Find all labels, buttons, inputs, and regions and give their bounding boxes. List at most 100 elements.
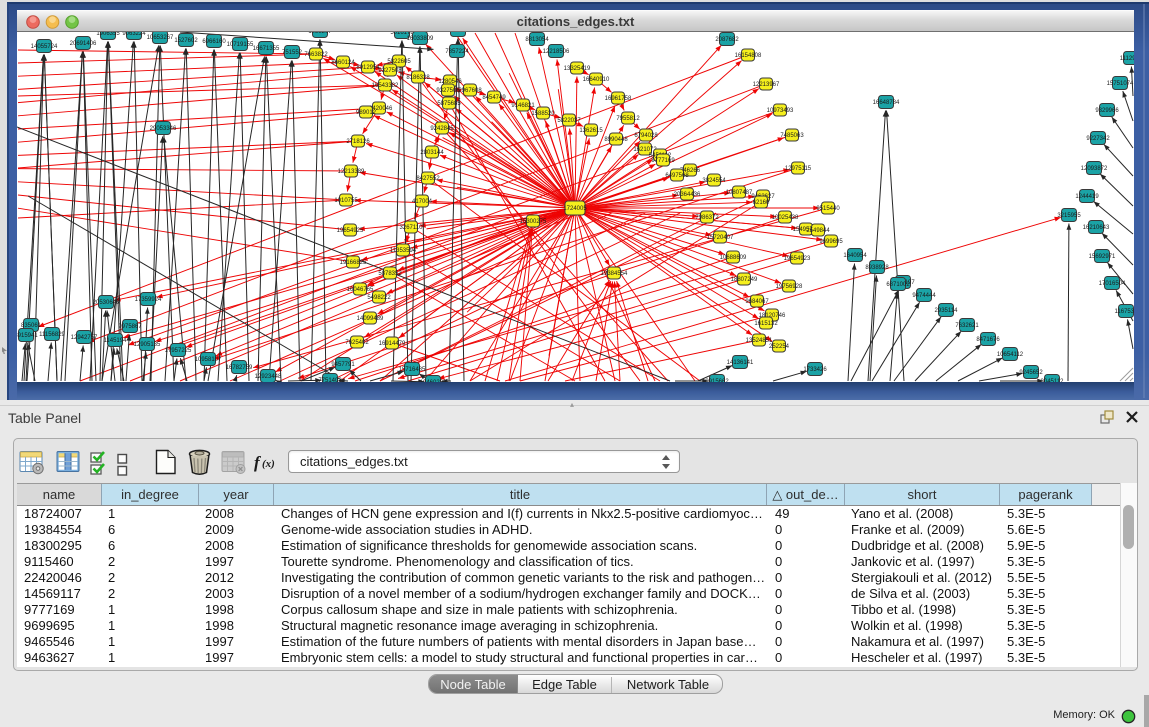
svg-text:9457791: 9457791	[331, 362, 355, 368]
svg-text:12213389: 12213389	[338, 169, 365, 175]
svg-text:9515440: 9515440	[816, 206, 840, 212]
svg-text:10719155: 10719155	[227, 42, 254, 48]
svg-text:20691406: 20691406	[70, 41, 97, 47]
svg-text:9684067: 9684067	[745, 299, 769, 305]
svg-text:2549844: 2549844	[806, 228, 830, 234]
svg-text:(x): (x)	[262, 458, 275, 470]
svg-text:1906355: 1906355	[96, 32, 120, 37]
svg-text:1724005: 1724005	[563, 206, 587, 212]
svg-text:1527602: 1527602	[174, 38, 198, 44]
svg-text:16648784: 16648784	[873, 100, 900, 106]
svg-text:9063224: 9063224	[122, 32, 146, 37]
svg-text:8912954: 8912954	[356, 65, 380, 71]
svg-text:751552: 751552	[282, 50, 303, 56]
svg-text:417004: 417004	[412, 199, 433, 205]
svg-text:16914479: 16914479	[379, 341, 406, 347]
svg-text:8427552: 8427552	[416, 176, 440, 182]
svg-text:7663822: 7663822	[304, 52, 328, 58]
svg-text:7955812: 7955812	[616, 116, 640, 122]
svg-text:19166825: 19166825	[340, 260, 367, 266]
svg-text:7625402: 7625402	[345, 340, 369, 346]
svg-text:16033809: 16033809	[407, 36, 434, 42]
svg-text:3215955: 3215955	[1057, 213, 1081, 219]
svg-text:6871002: 6871002	[886, 282, 910, 288]
svg-text:9474444: 9474444	[912, 293, 936, 299]
svg-text:12942757: 12942757	[71, 335, 98, 341]
svg-text:12975115: 12975115	[785, 166, 812, 172]
svg-text:5822037: 5822037	[557, 118, 581, 124]
svg-text:19384554: 19384554	[601, 271, 628, 277]
svg-text:14136141: 14136141	[727, 360, 754, 366]
svg-text:989012: 989012	[356, 110, 377, 116]
svg-text:2718126: 2718126	[346, 139, 370, 145]
svg-text:1244419: 1244419	[1075, 194, 1099, 200]
svg-text:1733426: 1733426	[803, 367, 827, 373]
svg-text:9242845: 9242845	[430, 126, 454, 132]
svg-text:10973493: 10973493	[767, 108, 794, 114]
svg-text:20364436: 20364436	[674, 192, 701, 198]
svg-text:10025438: 10025438	[772, 215, 799, 221]
svg-text:5498222: 5498222	[367, 295, 391, 301]
svg-text:9777169: 9777169	[651, 158, 675, 164]
svg-text:15720407: 15720407	[707, 235, 734, 241]
svg-text:12213967: 12213967	[753, 82, 780, 88]
svg-text:9327508: 9327508	[378, 68, 402, 74]
svg-text:19654923: 19654923	[784, 256, 811, 262]
svg-text:2935114: 2935114	[935, 308, 959, 314]
svg-text:16046765: 16046765	[347, 287, 374, 293]
svg-text:9975867: 9975867	[118, 324, 142, 330]
svg-text:6794028: 6794028	[634, 133, 658, 139]
svg-text:9146821: 9146821	[511, 103, 535, 109]
svg-text:10688609: 10688609	[720, 255, 747, 261]
svg-text:1362615: 1362615	[579, 128, 603, 134]
svg-text:11156829: 11156829	[39, 332, 65, 338]
svg-text:20530646: 20530646	[93, 300, 120, 306]
svg-text:12093872: 12093872	[1081, 166, 1108, 172]
svg-text:8186328: 8186328	[406, 75, 430, 81]
svg-text:12923448: 12923448	[255, 374, 282, 380]
svg-text:7986372: 7986372	[695, 215, 719, 221]
svg-text:15300275: 15300275	[520, 219, 547, 225]
svg-text:16210643: 16210643	[1083, 225, 1110, 231]
svg-text:6497568: 6497568	[665, 173, 689, 179]
svg-text:8660124: 8660124	[331, 60, 355, 66]
svg-text:3824554: 3824554	[702, 178, 726, 184]
svg-text:1145194: 1145194	[104, 338, 128, 344]
svg-text:12218506: 12218506	[543, 49, 570, 55]
svg-text:18807249: 18807249	[731, 277, 758, 283]
svg-text:9227342: 9227342	[1086, 136, 1110, 142]
svg-text:5875685: 5875685	[437, 101, 461, 107]
svg-text:8938928: 8938928	[865, 265, 889, 271]
svg-text:15716485: 15716485	[399, 367, 426, 373]
svg-text:7632621: 7632621	[955, 323, 979, 329]
svg-text:252254: 252254	[769, 344, 790, 350]
svg-text:2967608: 2967608	[458, 88, 482, 94]
svg-text:1640954: 1640954	[843, 253, 867, 259]
svg-text:1167533: 1167533	[1115, 309, 1134, 315]
svg-text:1010755: 1010755	[334, 198, 358, 204]
svg-text:16961758: 16961758	[605, 96, 632, 102]
svg-text:13325419: 13325419	[564, 66, 591, 72]
svg-text:2803144: 2803144	[420, 150, 444, 156]
svg-text:19756928: 19756928	[776, 284, 803, 290]
svg-text:16782759: 16782759	[226, 365, 253, 371]
svg-text:6966160: 6966160	[202, 39, 226, 45]
svg-text:8454749: 8454749	[482, 95, 506, 101]
svg-text:14055724: 14055724	[31, 44, 58, 50]
svg-text:2087682: 2087682	[715, 37, 739, 43]
svg-text:17957225: 17957225	[165, 348, 192, 354]
svg-text:14099489: 14099489	[357, 316, 384, 322]
svg-text:62160: 62160	[753, 200, 770, 206]
svg-text:1035267: 1035267	[308, 32, 332, 35]
svg-text:f: f	[254, 453, 262, 472]
svg-text:5878352: 5878352	[378, 271, 402, 277]
svg-text:1588520: 1588520	[531, 111, 555, 117]
svg-text:10958107: 10958107	[195, 357, 222, 363]
svg-text:11353594: 11353594	[390, 248, 417, 254]
svg-text:9245652: 9245652	[1019, 370, 1043, 376]
svg-text:16543382: 16543382	[372, 83, 399, 89]
svg-text:8990448: 8990448	[604, 137, 628, 143]
svg-text:1615132: 1615132	[754, 321, 778, 327]
svg-text:12905135: 12905135	[134, 342, 161, 348]
svg-text:15692971: 15692971	[1089, 254, 1116, 260]
